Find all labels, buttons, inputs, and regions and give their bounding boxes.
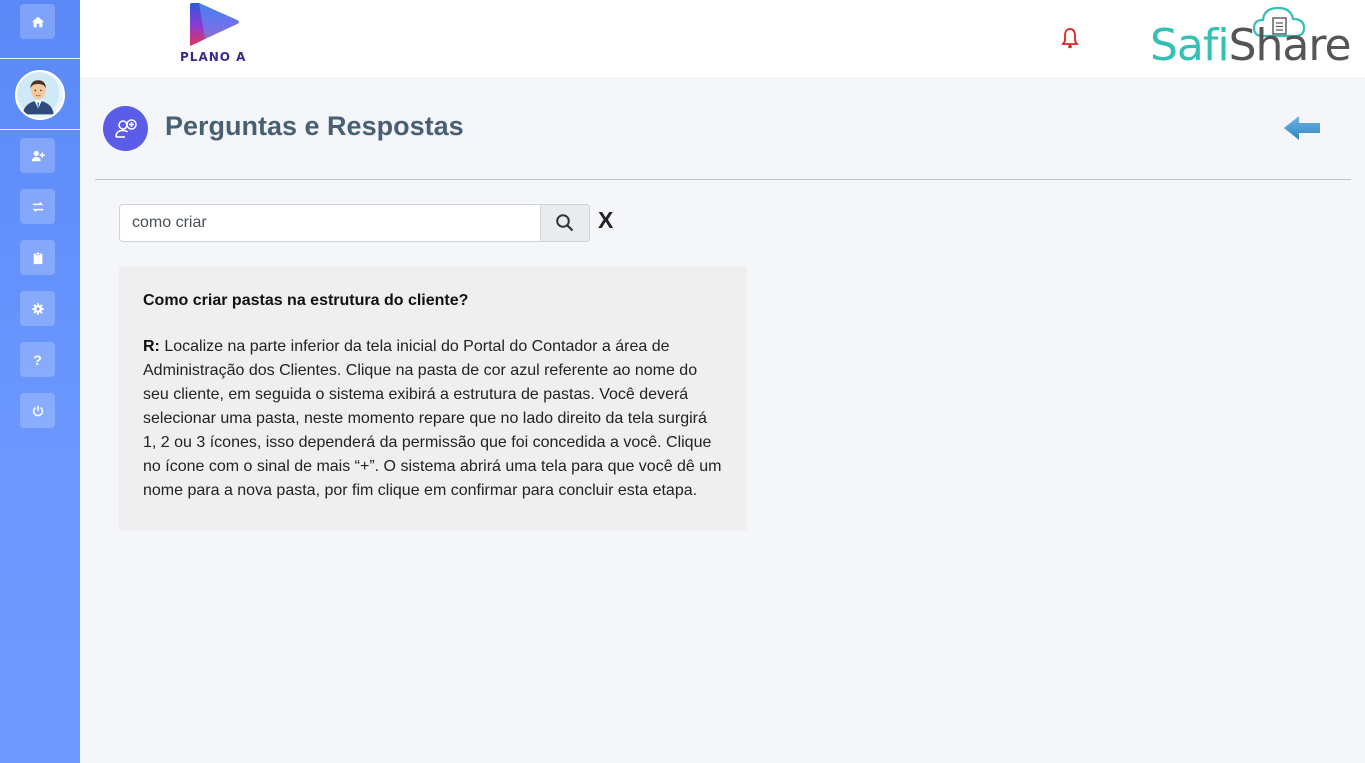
plano-a-logo-text: PLANO A — [180, 50, 247, 64]
answer-card: Como criar pastas na estrutura do client… — [119, 266, 747, 530]
exchange-icon — [32, 201, 43, 212]
gear-icon — [31, 302, 44, 315]
sidebar-settings-button[interactable] — [20, 291, 55, 326]
sidebar-add-user-button[interactable] — [20, 138, 55, 173]
header-divider — [95, 179, 1351, 180]
user-plus-icon — [31, 150, 45, 161]
sidebar-divider — [0, 129, 80, 130]
answer-body: Localize na parte inferior da tela inici… — [143, 338, 722, 499]
avatar[interactable] — [15, 70, 65, 120]
clipboard-icon — [33, 251, 42, 264]
brand-part1: Safi — [1150, 20, 1230, 71]
home-icon — [31, 16, 44, 27]
avatar-icon — [17, 72, 60, 115]
sidebar-help-button[interactable]: ? — [20, 342, 55, 377]
sidebar-divider — [0, 58, 80, 59]
answer-prefix: R: — [143, 338, 160, 355]
user-add-circle-icon — [114, 118, 137, 138]
bell-icon[interactable] — [1061, 27, 1079, 49]
power-icon — [32, 405, 43, 416]
back-arrow-icon[interactable] — [1282, 113, 1322, 143]
brand-part2: Share — [1228, 20, 1352, 71]
search-icon — [556, 214, 574, 232]
page-title-icon — [103, 106, 148, 151]
sidebar-home-button[interactable] — [20, 4, 55, 39]
safishare-logo: SafiShare — [1150, 24, 1352, 68]
sidebar-clipboard-button[interactable] — [20, 240, 55, 275]
clear-search-button[interactable]: X — [598, 209, 613, 232]
search-button[interactable] — [540, 204, 590, 242]
sidebar-transfer-button[interactable] — [20, 189, 55, 224]
search-input[interactable] — [119, 204, 541, 242]
top-bar: PLANO A SafiShare — [80, 0, 1365, 77]
sidebar: ? — [0, 0, 80, 763]
page-title: Perguntas e Respostas — [165, 111, 464, 141]
sidebar-logout-button[interactable] — [20, 393, 55, 428]
question-icon: ? — [33, 351, 42, 368]
question-title: Como criar pastas na estrutura do client… — [143, 292, 469, 309]
answer-text: R: Localize na parte inferior da tela in… — [143, 335, 723, 503]
